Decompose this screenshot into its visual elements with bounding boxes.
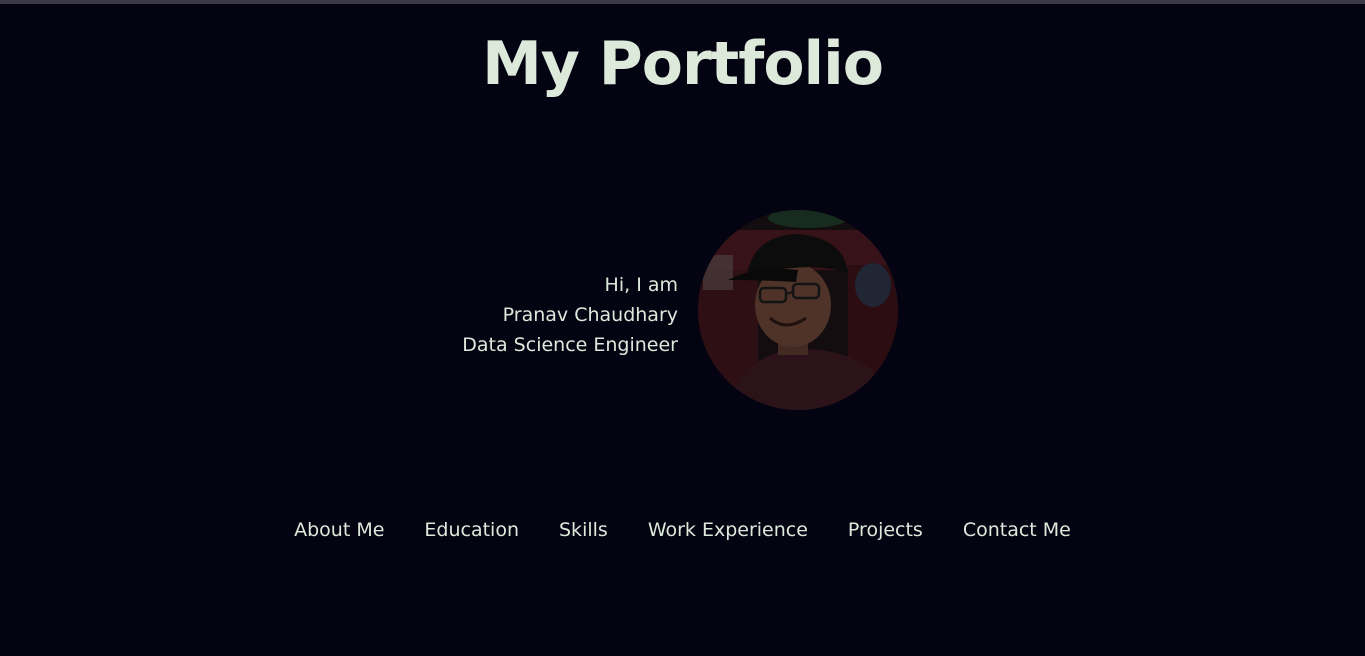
nav-contact-me[interactable]: Contact Me	[963, 516, 1071, 544]
nav-projects[interactable]: Projects	[848, 516, 923, 544]
nav-education[interactable]: Education	[424, 516, 519, 544]
page-title: My Portfolio	[482, 29, 884, 99]
profile-photo	[698, 210, 898, 410]
main-nav: About Me Education Skills Work Experienc…	[0, 516, 1365, 544]
intro-role: Data Science Engineer	[462, 334, 678, 356]
nav-about-me[interactable]: About Me	[294, 516, 384, 544]
intro-greeting: Hi, I am	[604, 274, 678, 296]
browser-top-edge	[0, 0, 1365, 4]
nav-skills[interactable]: Skills	[559, 516, 608, 544]
portfolio-page: My Portfolio Hi, I am Pranav Chaudhary D…	[0, 0, 1365, 656]
nav-work-experience[interactable]: Work Experience	[648, 516, 808, 544]
intro-name: Pranav Chaudhary	[502, 304, 678, 326]
intro-block: Hi, I am Pranav Chaudhary Data Science E…	[462, 270, 678, 360]
profile-photo-illustration	[698, 210, 898, 410]
